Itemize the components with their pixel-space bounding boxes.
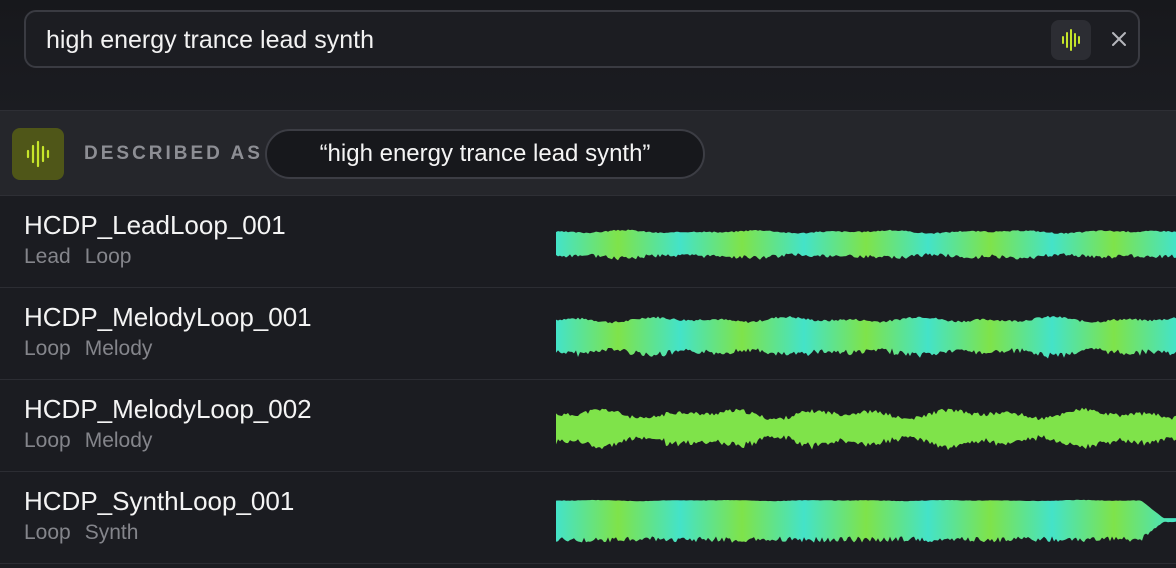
close-icon: [1112, 32, 1126, 46]
tag[interactable]: Loop: [85, 245, 132, 269]
tag[interactable]: Loop: [24, 429, 71, 453]
tag[interactable]: Synth: [85, 521, 139, 545]
search-box: [24, 10, 1140, 68]
result-row[interactable]: HCDP_LeadLoop_001 Lead Loop: [0, 196, 1176, 288]
waveform[interactable]: [556, 398, 1176, 458]
tag[interactable]: Loop: [24, 521, 71, 545]
result-row[interactable]: HCDP_MelodyLoop_001 Loop Melody: [0, 288, 1176, 380]
waveform[interactable]: [556, 490, 1176, 550]
tag[interactable]: Loop: [24, 337, 71, 361]
waveform-icon: [1062, 29, 1080, 51]
waveform-shape: [556, 499, 1176, 543]
described-as-bar: DESCRIBED AS “high energy trance lead sy…: [0, 110, 1176, 196]
waveform[interactable]: [556, 306, 1176, 366]
result-row[interactable]: HCDP_SynthLoop_001 Loop Synth: [0, 472, 1176, 564]
tag[interactable]: Lead: [24, 245, 71, 269]
clear-search-button[interactable]: [1104, 24, 1134, 54]
waveform-shape: [556, 315, 1176, 359]
search-input[interactable]: [44, 12, 1028, 68]
result-name: HCDP_MelodyLoop_001: [24, 302, 312, 332]
waveform-icon: [26, 140, 50, 168]
result-name: HCDP_MelodyLoop_002: [24, 394, 312, 424]
result-tags: Loop Melody: [24, 337, 152, 361]
result-tags: Loop Synth: [24, 521, 138, 545]
tag[interactable]: Melody: [85, 337, 153, 361]
description-query-chip[interactable]: “high energy trance lead synth”: [265, 129, 705, 179]
result-tags: Lead Loop: [24, 245, 131, 269]
tag[interactable]: Melody: [85, 429, 153, 453]
waveform-shape: [556, 407, 1176, 451]
described-as-label: DESCRIBED AS: [84, 143, 263, 164]
result-tags: Loop Melody: [24, 429, 152, 453]
sonic-search-button[interactable]: [1051, 20, 1091, 60]
waveform-shape: [556, 229, 1176, 261]
waveform[interactable]: [556, 214, 1176, 274]
search-header: [0, 0, 1176, 110]
result-name: HCDP_LeadLoop_001: [24, 210, 286, 240]
result-row[interactable]: HCDP_MelodyLoop_002 Loop Melody: [0, 380, 1176, 472]
result-name: HCDP_SynthLoop_001: [24, 486, 295, 516]
sonic-description-badge: [12, 128, 64, 180]
